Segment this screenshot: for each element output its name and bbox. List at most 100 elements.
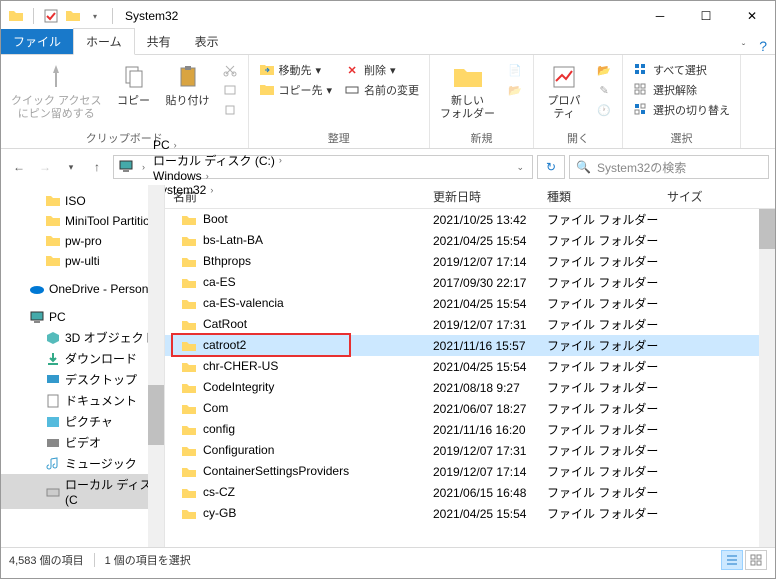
copy-to-button[interactable]: コピー先 ▾ — [255, 81, 337, 99]
tree-item[interactable]: PC — [1, 307, 164, 327]
ribbon-collapse-icon[interactable]: ˇ — [736, 43, 751, 54]
maximize-button[interactable]: ☐ — [683, 1, 729, 31]
group-label-organize: 整理 — [328, 128, 350, 148]
list-scrollbar[interactable] — [759, 209, 775, 547]
select-invert-button[interactable]: 選択の切り替え — [629, 101, 734, 119]
copy-path-button[interactable] — [218, 81, 242, 99]
status-selected-count: 1 個の項目を選択 — [105, 552, 191, 568]
open-button[interactable]: 📂 — [592, 61, 616, 79]
tab-home[interactable]: ホーム — [73, 28, 135, 55]
forward-button[interactable]: → — [33, 155, 57, 179]
nav-tree[interactable]: ISOMiniTool Partitiopw-propw-ulti OneDriv… — [1, 185, 165, 547]
rename-button[interactable]: 名前の変更 — [340, 81, 423, 99]
tree-item[interactable]: ピクチャ — [1, 411, 164, 432]
folder-icon — [181, 212, 197, 228]
tree-scroll-thumb[interactable] — [148, 385, 164, 445]
window-title: System32 — [125, 9, 178, 23]
breadcrumb-segment[interactable]: ローカル ディスク (C:)› — [149, 152, 286, 169]
tree-item[interactable] — [1, 271, 164, 279]
back-button[interactable]: ← — [7, 155, 31, 179]
folder-icon — [181, 359, 197, 375]
close-button[interactable]: ✕ — [729, 1, 775, 31]
recent-dropdown[interactable]: ▾ — [59, 155, 83, 179]
easy-access-button[interactable]: 📂 — [503, 81, 527, 99]
file-row[interactable]: CodeIntegrity2021/08/18 9:27ファイル フォルダー — [165, 377, 775, 398]
file-row[interactable]: config2021/11/16 16:20ファイル フォルダー — [165, 419, 775, 440]
tab-view[interactable]: 表示 — [183, 29, 231, 54]
properties-checkbox-icon[interactable] — [42, 7, 60, 25]
tree-item[interactable]: ビデオ — [1, 432, 164, 453]
search-input[interactable]: 🔍 System32の検索 — [569, 155, 769, 179]
properties-button[interactable]: プロパティ — [540, 59, 588, 123]
select-none-button[interactable]: 選択解除 — [629, 81, 734, 99]
paste-shortcut-button[interactable] — [218, 101, 242, 119]
tree-item[interactable]: pw-ulti — [1, 251, 164, 271]
file-row[interactable]: cy-GB2021/04/25 15:54ファイル フォルダー — [165, 503, 775, 524]
tree-item[interactable]: ローカル ディスク (C — [1, 474, 164, 509]
breadcrumb-segment[interactable]: Windows› — [149, 169, 286, 183]
new-item-button[interactable]: 📄 — [503, 61, 527, 79]
tree-item[interactable] — [1, 299, 164, 307]
breadcrumb-segment[interactable]: PC› — [149, 138, 286, 152]
tree-item[interactable]: ミュージック — [1, 453, 164, 474]
file-row[interactable]: cs-CZ2021/06/15 16:48ファイル フォルダー — [165, 482, 775, 503]
tab-file[interactable]: ファイル — [1, 29, 73, 54]
col-name[interactable]: 名前 — [165, 188, 425, 205]
address-dropdown-icon[interactable]: ⌄ — [512, 162, 528, 173]
file-row[interactable]: catroot22021/11/16 15:57ファイル フォルダー — [165, 335, 775, 356]
tree-item[interactable]: デスクトップ — [1, 369, 164, 390]
edit-button[interactable]: ✎ — [592, 81, 616, 99]
folder-icon — [181, 296, 197, 312]
qat-folder-icon[interactable] — [64, 7, 82, 25]
desktop-icon — [45, 372, 61, 388]
col-type[interactable]: 種類 — [539, 188, 659, 205]
history-button[interactable]: 🕐 — [592, 101, 616, 119]
tree-scrollbar[interactable] — [148, 185, 164, 547]
refresh-button[interactable]: ↻ — [537, 155, 565, 179]
tree-item[interactable]: 3D オブジェクト — [1, 327, 164, 348]
address-box[interactable]: › PC›ローカル ディスク (C:)›Windows›System32› ⌄ — [113, 155, 533, 179]
tree-item[interactable]: OneDrive - Person — [1, 279, 164, 299]
ribbon-tabs: ファイル ホーム 共有 表示 ˇ ? — [1, 31, 775, 55]
minimize-button[interactable]: ─ — [637, 1, 683, 31]
file-row[interactable]: CatRoot2019/12/07 17:31ファイル フォルダー — [165, 314, 775, 335]
file-row[interactable]: Bthprops2019/12/07 17:14ファイル フォルダー — [165, 251, 775, 272]
file-row[interactable]: Boot2021/10/25 13:42ファイル フォルダー — [165, 209, 775, 230]
list-scroll-thumb[interactable] — [759, 209, 775, 249]
copy-button[interactable]: コピー — [110, 59, 158, 110]
paste-button[interactable]: 貼り付け — [162, 59, 214, 110]
file-row[interactable]: ContainerSettingsProviders2019/12/07 17:… — [165, 461, 775, 482]
file-row[interactable]: ca-ES2017/09/30 22:17ファイル フォルダー — [165, 272, 775, 293]
file-row[interactable]: chr-CHER-US2021/04/25 15:54ファイル フォルダー — [165, 356, 775, 377]
tree-item[interactable]: ダウンロード — [1, 348, 164, 369]
new-folder-button[interactable]: 新しいフォルダー — [436, 59, 499, 123]
pin-to-quick-access-button[interactable]: クイック アクセスにピン留めする — [7, 59, 106, 123]
col-size[interactable]: サイズ — [659, 188, 739, 205]
group-label-new: 新規 — [471, 128, 493, 148]
tree-item[interactable]: ドキュメント — [1, 390, 164, 411]
icons-view-button[interactable] — [745, 550, 767, 570]
tree-item[interactable]: ISO — [1, 191, 164, 211]
tree-item[interactable]: pw-pro — [1, 231, 164, 251]
cut-button[interactable] — [218, 61, 242, 79]
tree-item[interactable]: MiniTool Partitio — [1, 211, 164, 231]
breadcrumb-chevron[interactable]: › — [134, 162, 149, 172]
file-row[interactable]: ca-ES-valencia2021/04/25 15:54ファイル フォルダー — [165, 293, 775, 314]
file-row[interactable]: bs-Latn-BA2021/04/25 15:54ファイル フォルダー — [165, 230, 775, 251]
help-icon[interactable]: ? — [751, 38, 775, 54]
group-label-open: 開く — [567, 128, 589, 148]
col-date[interactable]: 更新日時 — [425, 188, 539, 205]
file-row[interactable]: Configuration2019/12/07 17:31ファイル フォルダー — [165, 440, 775, 461]
search-icon: 🔍 — [576, 160, 591, 174]
tab-share[interactable]: 共有 — [135, 29, 183, 54]
delete-button[interactable]: ✕削除 ▾ — [340, 61, 423, 79]
up-button[interactable]: ↑ — [85, 155, 109, 179]
column-headers[interactable]: 名前 更新日時 種類 サイズ — [165, 185, 775, 209]
folder-icon — [45, 233, 61, 249]
qat-dropdown-icon[interactable]: ▾ — [86, 7, 104, 25]
move-to-button[interactable]: 移動先 ▾ — [255, 61, 337, 79]
pc-icon — [29, 309, 45, 325]
details-view-button[interactable] — [721, 550, 743, 570]
select-all-button[interactable]: すべて選択 — [629, 61, 734, 79]
file-row[interactable]: Com2021/06/07 18:27ファイル フォルダー — [165, 398, 775, 419]
